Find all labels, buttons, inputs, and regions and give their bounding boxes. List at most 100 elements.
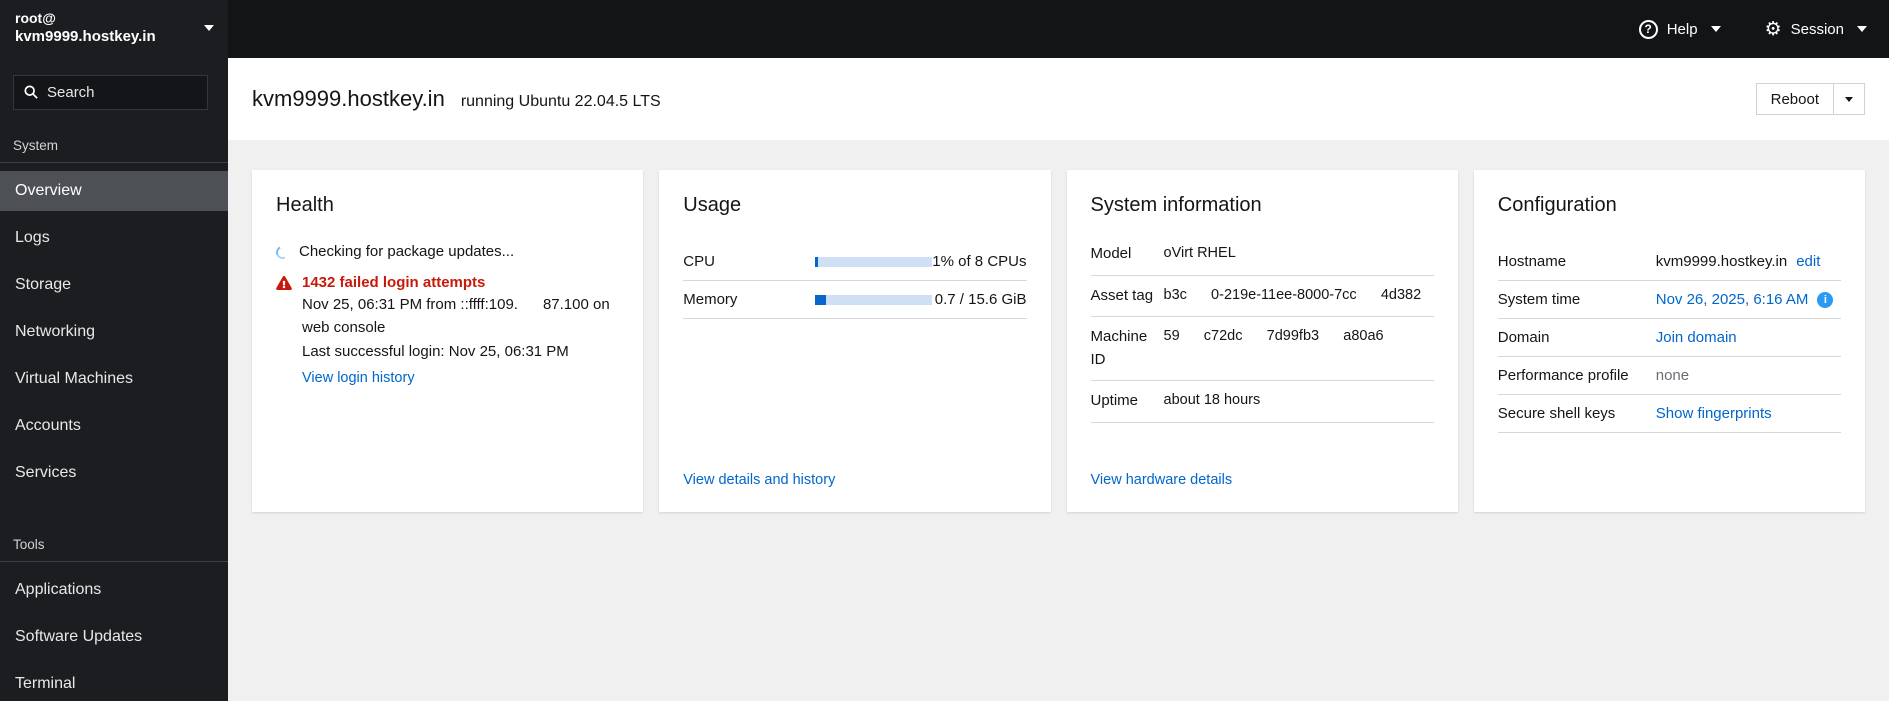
cpu-usage-row: CPU 1% of 8 CPUs bbox=[683, 243, 1027, 281]
machine-id-label: Machine ID bbox=[1090, 328, 1148, 368]
edit-hostname-link[interactable]: edit bbox=[1796, 253, 1820, 270]
sidebar-item-software-updates[interactable]: Software Updates bbox=[0, 617, 228, 657]
machine-id-value: 59 c72dc 7d99fb3 a80a6 bbox=[1163, 328, 1384, 344]
sidebar-item-applications[interactable]: Applications bbox=[0, 570, 228, 610]
search-input[interactable] bbox=[47, 83, 197, 101]
hostname-value: kvm9999.hostkey.in bbox=[1655, 253, 1788, 270]
nav-section-system: System Overview Logs Storage Networking … bbox=[0, 138, 228, 493]
search-box[interactable] bbox=[13, 74, 208, 110]
info-icon[interactable]: i bbox=[1817, 291, 1834, 308]
sidebar-item-logs[interactable]: Logs bbox=[0, 218, 228, 258]
main-column: ? Help ⚙ Session kvm9999.hostkey.in runn… bbox=[228, 0, 1889, 701]
system-information-card: System information Model oVirt RHEL Asse… bbox=[1066, 170, 1458, 512]
warning-triangle-icon bbox=[276, 276, 292, 290]
session-menu[interactable]: ⚙ Session bbox=[1764, 17, 1867, 40]
card-title: Configuration bbox=[1497, 194, 1617, 216]
domain-row: Domain Join domain bbox=[1497, 319, 1841, 357]
reboot-split-button: Reboot bbox=[1755, 83, 1865, 115]
ssh-keys-label: Secure shell keys bbox=[1497, 405, 1616, 422]
sidebar: root@ kvm9999.hostkey.in System Overview… bbox=[0, 0, 228, 701]
uptime-value: about 18 hours bbox=[1163, 392, 1261, 408]
card-title: Health bbox=[276, 194, 334, 216]
view-details-history-link[interactable]: View details and history bbox=[683, 472, 1026, 488]
session-label: Session bbox=[1790, 20, 1844, 38]
cpu-value: 1% of 8 CPUs bbox=[932, 253, 1027, 270]
reboot-button[interactable]: Reboot bbox=[1755, 83, 1833, 115]
configuration-card: Configuration Hostname kvm9999.hostkey.i… bbox=[1473, 170, 1865, 512]
uptime-label: Uptime bbox=[1090, 392, 1139, 409]
ssh-keys-row: Secure shell keys Show fingerprints bbox=[1497, 395, 1841, 433]
page-subtitle: running Ubuntu 22.04.5 LTS bbox=[460, 93, 661, 110]
nav-section-tools: Tools Applications Software Updates Term… bbox=[0, 537, 228, 701]
overview-cards: Health Checking for package updates... 1… bbox=[252, 170, 1865, 512]
performance-profile-row: Performance profile none bbox=[1497, 357, 1841, 395]
performance-profile-value: none bbox=[1655, 367, 1690, 384]
nav-divider bbox=[0, 560, 228, 562]
model-label: Model bbox=[1090, 245, 1132, 262]
reboot-caret-button[interactable] bbox=[1833, 83, 1865, 115]
memory-progressbar bbox=[815, 294, 933, 305]
sidebar-item-overview[interactable]: Overview bbox=[0, 170, 228, 211]
health-card: Health Checking for package updates... 1… bbox=[252, 170, 644, 512]
asset-tag-label: Asset tag bbox=[1090, 286, 1154, 304]
search-icon bbox=[24, 85, 38, 99]
hostname-label: Hostname bbox=[1497, 253, 1567, 270]
last-login-text: Last successful login: Nov 25, 06:31 PM bbox=[302, 342, 569, 360]
app-root: root@ kvm9999.hostkey.in System Overview… bbox=[0, 0, 1889, 701]
sidebar-item-virtual-machines[interactable]: Virtual Machines bbox=[0, 359, 228, 399]
cpu-progressbar bbox=[815, 256, 933, 267]
sidebar-item-storage[interactable]: Storage bbox=[0, 265, 228, 305]
uptime-row: Uptime about 18 hours bbox=[1090, 381, 1434, 423]
domain-label: Domain bbox=[1497, 329, 1550, 346]
system-time-label: System time bbox=[1497, 291, 1581, 308]
health-alert-row: 1432 failed login attempts bbox=[276, 274, 619, 291]
help-label: Help bbox=[1666, 20, 1698, 38]
memory-value: 0.7 / 15.6 GiB bbox=[934, 291, 1027, 308]
failed-login-text: 1432 failed login attempts bbox=[302, 274, 486, 291]
caret-down-icon bbox=[1845, 96, 1853, 102]
cpu-progress-fill bbox=[815, 256, 818, 267]
machine-id-row: Machine ID 59 c72dc 7d99fb3 a80a6 bbox=[1090, 317, 1434, 381]
asset-tag-row: Asset tag b3c 0-219e-11ee-8000-7cc 4d382 bbox=[1090, 276, 1434, 317]
session-caret-icon bbox=[1857, 26, 1867, 32]
hostname-row: Hostname kvm9999.hostkey.in edit bbox=[1497, 243, 1841, 281]
memory-progress-fill bbox=[815, 294, 826, 305]
health-checking-row: Checking for package updates... bbox=[274, 243, 619, 261]
nav-divider bbox=[0, 161, 228, 163]
usage-card: Usage CPU 1% of 8 CPUs Memory 0.7 / 15.6… bbox=[659, 170, 1051, 512]
brand-host: kvm9999.hostkey.in bbox=[15, 28, 156, 46]
cpu-label: CPU bbox=[683, 253, 715, 270]
memory-usage-row: Memory 0.7 / 15.6 GiB bbox=[683, 281, 1027, 319]
health-checking-text: Checking for package updates... bbox=[299, 243, 515, 260]
content-area: Health Checking for package updates... 1… bbox=[228, 140, 1889, 701]
view-login-history-link[interactable]: View login history bbox=[302, 367, 415, 389]
memory-label: Memory bbox=[683, 291, 738, 308]
asset-tag-value: b3c 0-219e-11ee-8000-7cc 4d382 bbox=[1163, 286, 1422, 303]
show-fingerprints-link[interactable]: Show fingerprints bbox=[1656, 405, 1772, 422]
spinner-icon bbox=[274, 244, 291, 261]
gear-icon: ⚙ bbox=[1764, 17, 1782, 40]
view-hardware-details-link[interactable]: View hardware details bbox=[1091, 472, 1434, 488]
masthead: ? Help ⚙ Session bbox=[228, 0, 1889, 58]
alert-body: Nov 25, 06:31 PM from ::ffff:109. 87.100… bbox=[302, 293, 619, 389]
sidebar-item-accounts[interactable]: Accounts bbox=[0, 406, 228, 446]
nav-section-title: Tools bbox=[13, 536, 45, 552]
system-time-link[interactable]: Nov 26, 2025, 6:16 AM bbox=[1656, 291, 1809, 308]
nav-section-title: System bbox=[13, 137, 59, 153]
sidebar-item-networking[interactable]: Networking bbox=[0, 312, 228, 352]
model-row: Model oVirt RHEL bbox=[1090, 243, 1434, 276]
help-caret-icon bbox=[1710, 26, 1721, 32]
host-switcher-caret-icon bbox=[204, 24, 214, 31]
sidebar-item-services[interactable]: Services bbox=[0, 453, 228, 493]
model-value: oVirt RHEL bbox=[1163, 245, 1236, 261]
help-menu[interactable]: ? Help bbox=[1638, 19, 1721, 39]
system-time-row: System time Nov 26, 2025, 6:16 AM i bbox=[1497, 281, 1841, 319]
host-switcher[interactable]: root@ kvm9999.hostkey.in bbox=[0, 0, 228, 55]
brand-user: root@ bbox=[15, 10, 56, 26]
sidebar-item-terminal[interactable]: Terminal bbox=[0, 664, 228, 701]
card-title: System information bbox=[1090, 194, 1262, 216]
join-domain-link[interactable]: Join domain bbox=[1656, 329, 1737, 346]
